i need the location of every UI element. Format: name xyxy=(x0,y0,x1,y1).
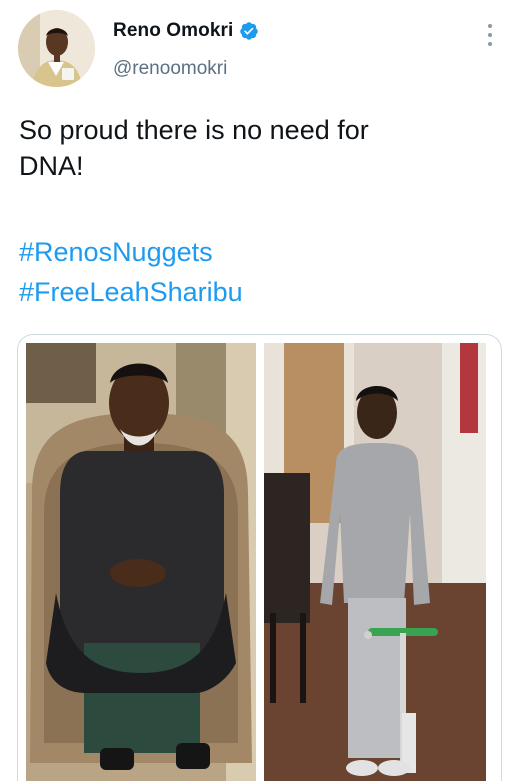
tweet-media[interactable] xyxy=(17,334,502,781)
avatar-image xyxy=(18,10,95,87)
hashtag-link[interactable]: #FreeLeahSharibu xyxy=(19,272,243,312)
author-name[interactable]: Reno Omokri xyxy=(113,20,233,42)
tweet-text: So proud there is no need for DNA! xyxy=(19,112,499,184)
tweet-hashtags: #RenosNuggets #FreeLeahSharibu xyxy=(19,232,243,312)
boy-on-scooter-photo[interactable] xyxy=(264,343,486,781)
verified-badge-icon xyxy=(239,21,259,41)
tweet-header: Reno Omokri @renoomokri xyxy=(0,0,519,100)
tweet-body: So proud there is no need for DNA! xyxy=(19,115,369,181)
author-handle[interactable]: @renoomokri xyxy=(113,58,227,80)
author-name-row: Reno Omokri xyxy=(113,20,259,42)
man-seated-in-armchair-photo[interactable] xyxy=(26,343,256,781)
author-avatar[interactable] xyxy=(18,10,95,87)
hashtag-link[interactable]: #RenosNuggets xyxy=(19,232,243,272)
more-options-icon[interactable] xyxy=(482,22,498,48)
